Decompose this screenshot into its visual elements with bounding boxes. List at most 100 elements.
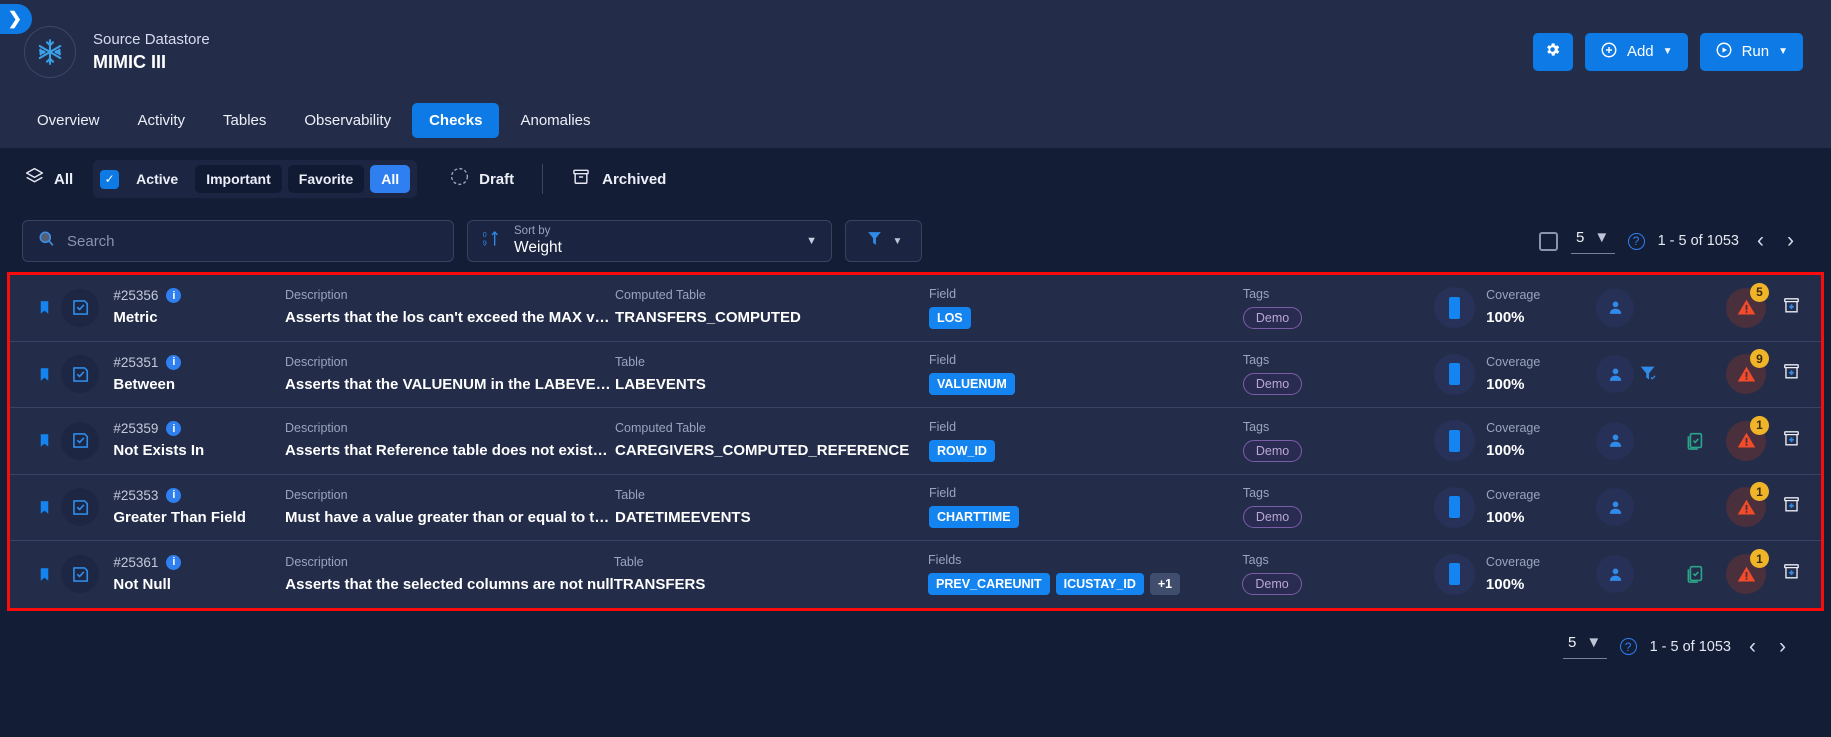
- table-row[interactable]: #25361 i Not Null Description Asserts th…: [10, 541, 1821, 608]
- bookmark-icon[interactable]: [28, 431, 61, 450]
- field-chip-more[interactable]: +1: [1149, 573, 1181, 596]
- table-row[interactable]: #25359 i Not Exists In Description Asser…: [10, 408, 1821, 475]
- alert-indicator[interactable]: 1: [1726, 415, 1769, 461]
- avatar[interactable]: [1596, 488, 1634, 527]
- field-chip[interactable]: ROW_ID: [928, 439, 995, 462]
- check-type-icon[interactable]: [61, 355, 100, 394]
- bookmark-icon[interactable]: [28, 365, 61, 384]
- tag-pill[interactable]: Demo: [1242, 439, 1303, 462]
- field-chips: LOS: [928, 306, 1243, 329]
- settings-button[interactable]: [1532, 32, 1573, 71]
- alert-indicator[interactable]: 9: [1726, 349, 1769, 395]
- check-type-icon[interactable]: [61, 555, 100, 594]
- description-column: Description Asserts that the VALUENUM in…: [285, 355, 615, 394]
- check-type-icon[interactable]: [61, 488, 100, 527]
- tab-anomalies[interactable]: Anomalies: [503, 103, 607, 138]
- filter-active[interactable]: Active: [125, 165, 189, 193]
- check-type-icon[interactable]: [61, 288, 100, 327]
- row-actions: 9: [1634, 349, 1813, 395]
- avatar[interactable]: [1596, 421, 1634, 460]
- clipboard-check-icon[interactable]: [1680, 430, 1710, 452]
- next-page-button[interactable]: ›: [1774, 635, 1791, 659]
- avatar[interactable]: [1596, 288, 1634, 327]
- field-chip[interactable]: VALUENUM: [928, 373, 1015, 396]
- run-button[interactable]: Run ▼: [1699, 32, 1803, 71]
- gear-icon: [1544, 41, 1561, 62]
- tab-checks[interactable]: Checks: [412, 103, 500, 138]
- check-type-name: Not Null: [113, 575, 171, 593]
- coverage-column: Coverage 100%: [1433, 553, 1596, 595]
- tab-activity[interactable]: Activity: [121, 103, 203, 138]
- sort-by-value: Weight: [514, 238, 562, 256]
- field-chip[interactable]: ICUSTAY_ID: [1055, 573, 1144, 596]
- tab-observability[interactable]: Observability: [287, 103, 408, 138]
- alert-indicator[interactable]: 1: [1726, 549, 1769, 595]
- help-icon[interactable]: ?: [1619, 638, 1637, 655]
- info-icon[interactable]: i: [166, 288, 182, 304]
- search-input[interactable]: [67, 232, 439, 250]
- field-chip[interactable]: LOS: [928, 306, 971, 329]
- sort-by-label: Sort by: [514, 225, 551, 238]
- bookmark-icon[interactable]: [28, 565, 61, 584]
- bookmark-icon[interactable]: [28, 498, 61, 517]
- select-all-checkbox[interactable]: [1538, 231, 1558, 251]
- table-row[interactable]: #25351 i Between Description Asserts tha…: [10, 342, 1821, 408]
- coverage-label: Coverage: [1486, 487, 1541, 502]
- alert-indicator[interactable]: 5: [1726, 282, 1769, 328]
- search-container[interactable]: [22, 220, 454, 262]
- page-size-select[interactable]: 5 ▼: [1570, 229, 1615, 254]
- filter-important[interactable]: Important: [195, 165, 282, 193]
- check-identity: #25361 i Not Null: [113, 554, 285, 594]
- check-identity: #25351 i Between: [113, 354, 285, 394]
- active-checkbox[interactable]: ✓: [100, 169, 120, 189]
- info-icon[interactable]: i: [166, 421, 182, 437]
- filter-draft[interactable]: Draft: [449, 166, 514, 192]
- filter-archived[interactable]: Archived: [571, 167, 666, 192]
- description-value: Asserts that the los can't exceed the MA…: [285, 309, 616, 327]
- prev-page-button[interactable]: ‹: [1744, 635, 1761, 659]
- info-icon[interactable]: i: [166, 554, 182, 570]
- table-row[interactable]: #25353 i Greater Than Field Description …: [10, 475, 1821, 541]
- check-type-icon[interactable]: [61, 421, 100, 460]
- archive-add-icon[interactable]: [1782, 362, 1801, 386]
- coverage-value: 100%: [1486, 442, 1525, 460]
- field-chip[interactable]: PREV_CAREUNIT: [928, 573, 1050, 596]
- field-chips: VALUENUM: [928, 373, 1243, 396]
- chevron-down-icon: ▼: [892, 235, 903, 247]
- add-button[interactable]: Add ▼: [1584, 32, 1688, 71]
- info-icon[interactable]: i: [166, 487, 182, 503]
- sidebar-collapse-toggle[interactable]: ❯: [0, 4, 32, 34]
- tab-overview[interactable]: Overview: [20, 103, 117, 138]
- archive-add-icon[interactable]: [1782, 296, 1801, 320]
- archive-add-icon[interactable]: [1782, 429, 1801, 453]
- info-icon[interactable]: i: [166, 354, 182, 370]
- filter-favorite[interactable]: Favorite: [287, 165, 365, 193]
- tags-column: Tags Demo: [1242, 420, 1434, 462]
- sort-by-select[interactable]: 0 9 Sort by Weight ▼: [467, 220, 832, 262]
- page-size-select-bottom[interactable]: 5 ▼: [1562, 634, 1607, 659]
- archive-add-icon[interactable]: [1782, 562, 1801, 586]
- prev-page-button[interactable]: ‹: [1752, 229, 1769, 253]
- avatar[interactable]: [1596, 555, 1634, 594]
- archive-add-icon[interactable]: [1782, 495, 1801, 519]
- checks-table: #25356 i Metric Description Asserts that…: [7, 272, 1824, 611]
- filter-all-scope[interactable]: All: [370, 165, 411, 193]
- tag-pill[interactable]: Demo: [1242, 506, 1303, 529]
- filter-all-group[interactable]: All: [24, 166, 73, 192]
- description-label: Description: [285, 554, 348, 569]
- filter-button[interactable]: ▼: [845, 220, 922, 262]
- bookmark-icon[interactable]: [28, 298, 61, 317]
- tag-pill[interactable]: Demo: [1242, 573, 1302, 596]
- alert-indicator[interactable]: 1: [1726, 482, 1769, 528]
- play-circle-icon: [1715, 41, 1733, 63]
- field-chip[interactable]: CHARTTIME: [928, 506, 1019, 529]
- filter-indicator-icon[interactable]: [1634, 363, 1664, 385]
- clipboard-check-icon[interactable]: [1680, 563, 1710, 585]
- next-page-button[interactable]: ›: [1782, 229, 1799, 253]
- tab-tables[interactable]: Tables: [206, 103, 283, 138]
- tag-pill[interactable]: Demo: [1242, 373, 1303, 396]
- help-icon[interactable]: ?: [1627, 232, 1645, 250]
- tag-pill[interactable]: Demo: [1242, 306, 1303, 329]
- table-row[interactable]: #25356 i Metric Description Asserts that…: [10, 275, 1821, 342]
- avatar[interactable]: [1596, 355, 1634, 394]
